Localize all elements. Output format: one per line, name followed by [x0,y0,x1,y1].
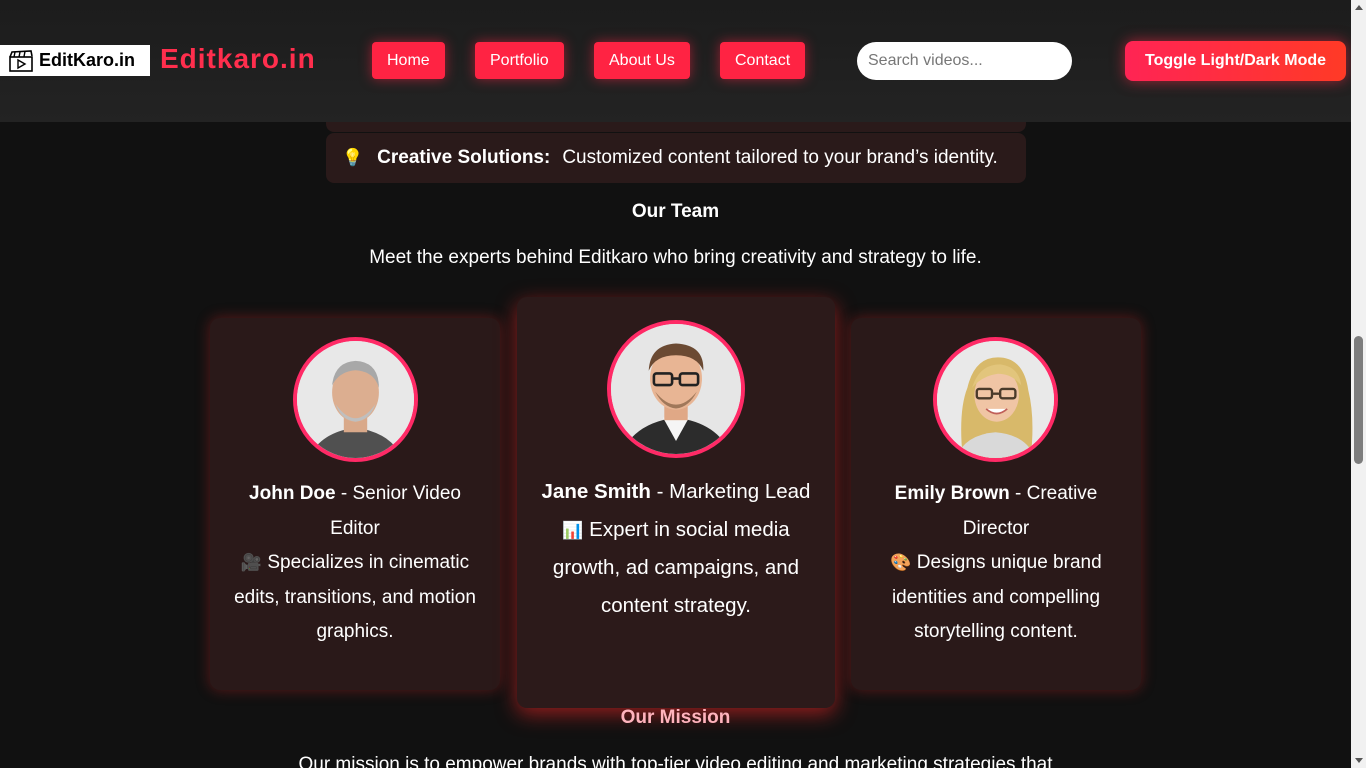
lightbulb-icon: 💡 [342,148,364,167]
site-header: EditKaro.in Editkaro.in Home Portfolio A… [0,0,1351,122]
member-info-emily: Emily Brown - Creative Director 🎨 Design… [851,477,1141,650]
team-card-emily: Emily Brown - Creative Director 🎨 Design… [851,318,1141,690]
nav-about-button[interactable]: About Us [594,42,690,79]
member-name: Emily Brown [894,483,1010,504]
nav-home-button[interactable]: Home [372,42,445,79]
nav-contact-button[interactable]: Contact [720,42,806,79]
search-input[interactable] [857,42,1072,80]
mission-text: Our mission is to empower brands with to… [298,754,1053,768]
theme-toggle-button[interactable]: Toggle Light/Dark Mode [1125,41,1346,81]
member-bio: Expert in social media growth, ad campai… [552,517,800,617]
nav-portfolio-button[interactable]: Portfolio [475,42,564,79]
scroll-thumb[interactable] [1354,336,1363,464]
bar-chart-icon: 📊 [562,520,584,540]
team-card-jane: Jane Smith - Marketing Lead 📊 Expert in … [517,297,835,708]
scroll-up-icon[interactable] [1355,5,1363,10]
member-role: - Senior Video Editor [330,483,461,539]
avatar-john [293,337,418,462]
feature-title: Creative Solutions: [377,147,551,168]
mission-title: Our Mission [620,707,731,728]
brand-name[interactable]: Editkaro.in [160,43,316,75]
feature-text: Customized content tailored to your bran… [562,147,998,168]
scroll-down-icon[interactable] [1355,758,1363,763]
member-bio: Specializes in cinematic edits, transiti… [234,552,476,642]
clapperboard-icon [9,49,33,72]
member-bio: Designs unique brand identities and comp… [891,552,1102,642]
feature-item: 💡 Creative Solutions: Customized content… [326,133,1026,183]
page-scrollbar[interactable] [1351,0,1366,768]
logo[interactable]: EditKaro.in [0,45,150,76]
team-title: Our Team [631,201,720,222]
avatar-jane [607,320,745,458]
member-role: - Marketing Lead [656,480,811,503]
team-card-john: John Doe - Senior Video Editor 🎥 Special… [210,318,500,690]
member-info-jane: Jane Smith - Marketing Lead 📊 Expert in … [517,473,835,624]
avatar-emily [933,337,1058,462]
logo-text: EditKaro.in [39,50,136,70]
member-name: Jane Smith [541,480,651,503]
member-name: John Doe [249,483,336,504]
team-description: Meet the experts behind Editkaro who bri… [369,247,982,268]
member-info-john: John Doe - Senior Video Editor 🎥 Special… [210,477,500,650]
palette-icon: 🎨 [890,553,912,572]
video-camera-icon: 🎥 [240,553,263,572]
